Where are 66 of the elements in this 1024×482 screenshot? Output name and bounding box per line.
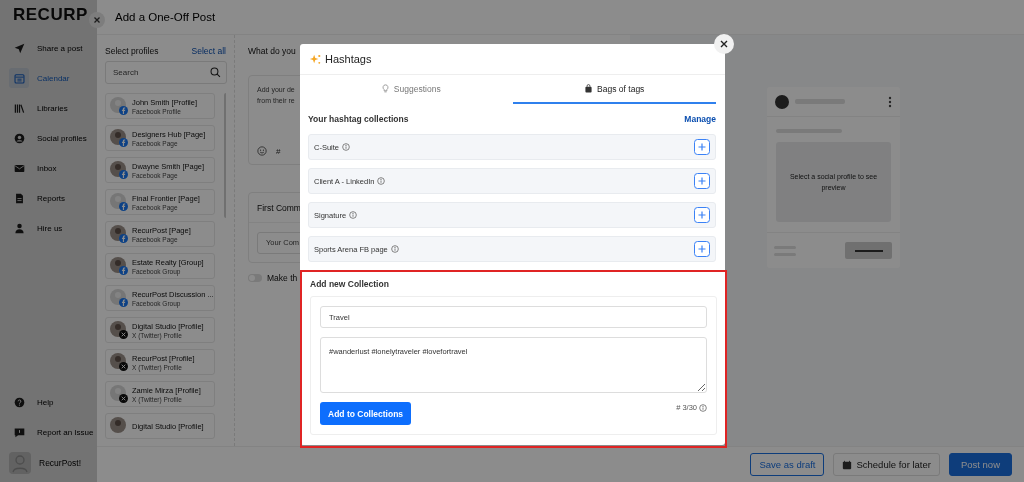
plus-icon[interactable] xyxy=(694,207,710,223)
books-icon xyxy=(13,102,25,114)
plus-icon[interactable] xyxy=(694,173,710,189)
dialog-title: Hashtags xyxy=(325,53,372,65)
facebook-badge-icon xyxy=(119,234,128,243)
search-icon xyxy=(210,67,221,78)
search-field[interactable]: Search xyxy=(105,61,227,84)
select-all-link[interactable]: Select all xyxy=(191,45,226,56)
section-heading: What do you xyxy=(248,46,297,58)
facebook-badge-icon xyxy=(119,138,128,147)
sparkle-icon xyxy=(309,53,321,65)
save-draft-button[interactable]: Save as draft xyxy=(750,453,825,476)
section-heading: Your hashtag collections xyxy=(308,114,409,124)
nav-item[interactable]: Reports xyxy=(0,183,65,213)
user-name: RecurPost! xyxy=(39,458,82,468)
logo: RECURP xyxy=(12,4,88,26)
info-icon xyxy=(699,403,707,412)
hashtag-button[interactable]: # xyxy=(276,146,281,156)
envelope-icon xyxy=(13,162,25,174)
emoji-icon[interactable] xyxy=(257,146,267,156)
calendar-icon xyxy=(842,459,853,470)
panel-title: Add a One-Off Post xyxy=(115,11,216,23)
avatar-icon xyxy=(9,452,31,474)
nav-item[interactable]: Report an Issue xyxy=(0,417,94,447)
facebook-badge-icon xyxy=(119,106,128,115)
lightbulb-icon xyxy=(380,84,390,93)
info-icon xyxy=(342,143,350,151)
section-heading: Select profiles xyxy=(105,45,159,56)
more-icon xyxy=(888,95,892,108)
bag-icon xyxy=(584,84,594,93)
facebook-badge-icon xyxy=(119,298,128,307)
nav-item[interactable]: Hire us xyxy=(0,213,63,243)
post-now-button[interactable]: Post now xyxy=(948,453,1012,476)
info-icon xyxy=(390,245,399,253)
nav-item[interactable]: Share a post xyxy=(0,33,83,63)
toggle-label: Make th xyxy=(267,273,298,283)
nav-item[interactable]: Libraries xyxy=(0,93,68,123)
profile-icon xyxy=(13,132,25,144)
message-icon xyxy=(13,426,25,438)
section-heading: Add new Collection xyxy=(310,278,389,291)
manage-link[interactable]: Manage xyxy=(684,114,716,124)
add-button[interactable]: Add to Collections xyxy=(320,402,412,425)
close-icon[interactable] xyxy=(714,34,734,54)
help-icon xyxy=(13,396,25,408)
facebook-badge-icon xyxy=(119,170,128,179)
tab[interactable]: Bags of tags xyxy=(512,75,716,104)
avatar-placeholder xyxy=(775,94,789,109)
facebook-badge-icon xyxy=(119,266,128,275)
facebook-badge-icon xyxy=(119,202,128,211)
tab[interactable]: Suggestions xyxy=(309,75,513,104)
schedule-button[interactable]: Schedule for later xyxy=(833,453,940,476)
nav-item[interactable]: Social profiles xyxy=(0,123,87,153)
calendar-icon xyxy=(13,72,25,84)
x-badge-icon xyxy=(119,394,128,403)
plus-icon[interactable] xyxy=(694,139,710,155)
document-icon xyxy=(13,192,25,204)
nav-item[interactable]: Help xyxy=(0,387,54,417)
info-icon xyxy=(349,211,358,219)
nav-item[interactable]: Inbox xyxy=(0,153,57,183)
plus-icon[interactable] xyxy=(694,241,710,257)
send-icon xyxy=(13,42,25,54)
person-icon xyxy=(13,222,25,234)
x-badge-icon xyxy=(119,362,128,371)
avatar-icon xyxy=(110,417,126,433)
info-icon xyxy=(377,177,386,185)
x-badge-icon xyxy=(119,330,128,339)
